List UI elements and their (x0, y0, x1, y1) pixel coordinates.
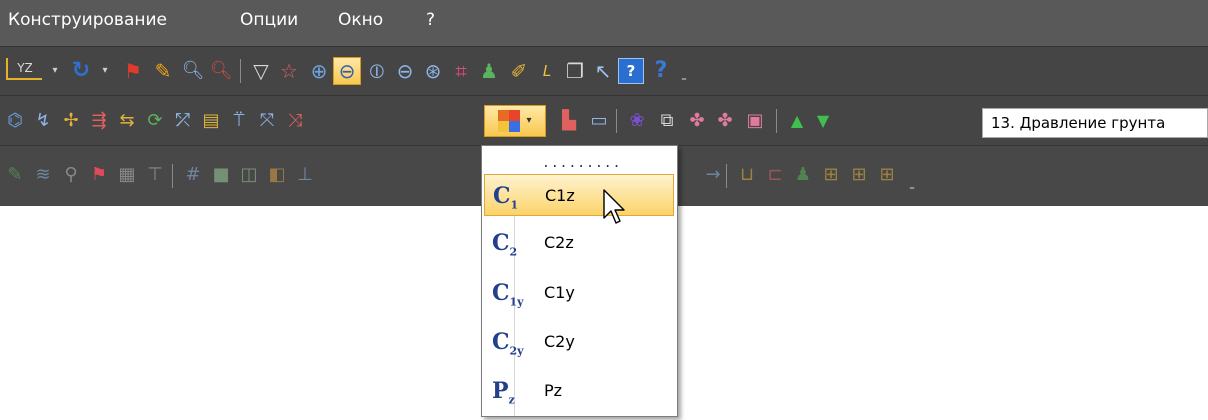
cube-icon[interactable]: ◫ (236, 162, 262, 188)
cross-icon[interactable]: ⤧ (254, 108, 280, 134)
angle-icon[interactable]: ⊥ (292, 162, 318, 188)
menu-item-label: C2y (544, 332, 575, 351)
menu-item-label: Pz (544, 381, 563, 400)
highlighter-icon[interactable]: ✐ (506, 58, 532, 84)
mouse-cursor-icon (603, 189, 625, 224)
separator (616, 109, 617, 133)
help-icon[interactable]: ? (648, 58, 674, 84)
square-icon[interactable]: ■ (208, 162, 234, 188)
toolbar-grip[interactable]: ⁼ (908, 184, 916, 206)
pencil-icon[interactable]: ✎ (150, 58, 176, 84)
branch-icon[interactable]: ⚲ (58, 162, 84, 188)
section-icon[interactable]: ⦶ (364, 58, 390, 84)
menu-options[interactable]: Опции (240, 10, 298, 30)
menu-item-c2z[interactable]: C2 C2z (484, 222, 674, 264)
menu-item-pz[interactable]: Pz Pz (484, 370, 674, 412)
diagonal-icon[interactable]: ⤱ (170, 108, 196, 134)
bracket-icon[interactable]: ⊔ (734, 162, 760, 188)
flag-icon[interactable]: ⚑ (120, 58, 146, 84)
length-icon[interactable]: L (534, 58, 560, 84)
color-grid-icon (498, 110, 521, 132)
copy-icon[interactable]: ❐ (562, 58, 588, 84)
add-square-icon[interactable]: ◧ (264, 162, 290, 188)
table-icon[interactable]: ▦ (114, 162, 140, 188)
c1-icon: C1 (493, 183, 519, 212)
help-cursor-icon[interactable]: ↖ (590, 58, 616, 84)
ruler-icon[interactable]: ⊤ (142, 162, 168, 188)
diagram-icon[interactable]: ▙ (556, 108, 582, 134)
bedding-coefficient-menu: ......... C1 C1z C2 C2z C1y C1y C2y C2y … (481, 145, 678, 417)
rotation-icon[interactable]: ⟳ (142, 108, 168, 134)
frame-add3-icon[interactable]: ⊞ (874, 162, 900, 188)
menu-bar: Конструирование Опции Окно ? (0, 0, 1208, 46)
load-case-select[interactable]: 13. Дравление грунта (982, 108, 1208, 138)
zoom-out-icon[interactable]: ⊖ (333, 57, 361, 85)
mesh-icon[interactable]: # (180, 162, 206, 188)
layers-icon[interactable]: ≋ (30, 162, 56, 188)
local-axes-icon[interactable]: ✢ (58, 108, 84, 134)
link-icon[interactable]: ⊏ (762, 162, 788, 188)
c2-icon: C2 (492, 230, 518, 259)
polygon-select-icon[interactable]: ☆ (276, 58, 302, 84)
rotate-node-icon[interactable]: ↯ (30, 108, 56, 134)
target-icon[interactable]: ⊛ (420, 58, 446, 84)
pencil-icon[interactable]: ✎ (2, 162, 28, 188)
paint-icon[interactable]: ♟ (476, 58, 502, 84)
menu-item-c1z[interactable]: C1 C1z (484, 174, 674, 216)
menu-construction[interactable]: Конструирование (8, 10, 167, 30)
pin-icon[interactable]: ♟ (790, 162, 816, 188)
zoom-select-icon[interactable]: 🔍︎ (208, 58, 234, 84)
c2y-icon: C2y (492, 329, 524, 358)
menu-item-c2y[interactable]: C2y C2y (484, 321, 674, 363)
support-icon[interactable]: ▤ (198, 108, 224, 134)
flag-icon[interactable]: ⚑ (86, 162, 112, 188)
frame-icon[interactable]: ▣ (742, 108, 768, 134)
vectors-icon[interactable]: ⇆ (114, 108, 140, 134)
hinge-icon[interactable]: ⍡ (226, 108, 252, 134)
menu-item-c1y[interactable]: C1y C1y (484, 272, 674, 314)
plates2-icon[interactable]: ✤ (712, 108, 738, 134)
rotate-icon[interactable]: ↻ (68, 58, 94, 84)
separator (726, 164, 727, 188)
chevron-down-icon[interactable]: ▾ (92, 58, 118, 84)
zoom-icon[interactable]: 🔍︎ (180, 58, 206, 84)
help-book-icon[interactable]: ? (618, 58, 644, 84)
triangle-down-icon[interactable]: ▼ (810, 108, 836, 134)
filter-icon[interactable]: ▽ (248, 58, 274, 84)
menu-item-label: C1y (544, 283, 575, 302)
mosaic-icon[interactable]: ❀ (624, 108, 650, 134)
menu-window[interactable]: Окно (338, 10, 383, 30)
scale-icon[interactable]: ▭ (586, 108, 612, 134)
triangle-up-icon[interactable]: ▲ (784, 108, 810, 134)
separator (776, 109, 777, 133)
tear-off-handle[interactable]: ......... (542, 156, 621, 171)
menu-item-label: C1z (545, 186, 575, 205)
c1y-icon: C1y (492, 280, 524, 309)
chevron-down-icon[interactable]: ▾ (42, 58, 68, 84)
sheets-icon[interactable]: ⧉ (654, 108, 680, 134)
chevron-down-icon: ▾ (526, 115, 532, 126)
arrows-icon[interactable]: ⇶ (86, 108, 112, 134)
node-icon[interactable]: ⌬ (2, 108, 28, 134)
zoom-in-icon[interactable]: ⊕ (306, 58, 332, 84)
minus-icon[interactable]: ⊖ (392, 58, 418, 84)
pz-icon: Pz (492, 378, 515, 407)
toolbar-grip[interactable]: ⁼ (680, 75, 688, 97)
bedding-coefficient-button[interactable]: ▾ (484, 105, 546, 137)
frame-add2-icon[interactable]: ⊞ (846, 162, 872, 188)
menu-help[interactable]: ? (426, 10, 435, 30)
arrow-bar-icon[interactable]: → (700, 162, 726, 188)
plates-icon[interactable]: ✤ (684, 108, 710, 134)
frame-add-icon[interactable]: ⊞ (818, 162, 844, 188)
grid-icon[interactable]: ⌗ (448, 58, 474, 84)
separator (172, 164, 173, 188)
menu-item-label: C2z (544, 233, 574, 252)
axis-yz-icon[interactable]: YZ (6, 58, 42, 80)
toolbar-view: YZ ▾ ↻ ▾ ⚑ ✎ 🔍︎ 🔍︎ ▽ ☆ ⊕ ⊖ ⦶ ⊖ ⊛ ⌗ ♟ ✐ L… (0, 46, 1208, 95)
separator (240, 59, 241, 83)
diagonal-arrows-icon[interactable]: ⤨ (282, 108, 308, 134)
